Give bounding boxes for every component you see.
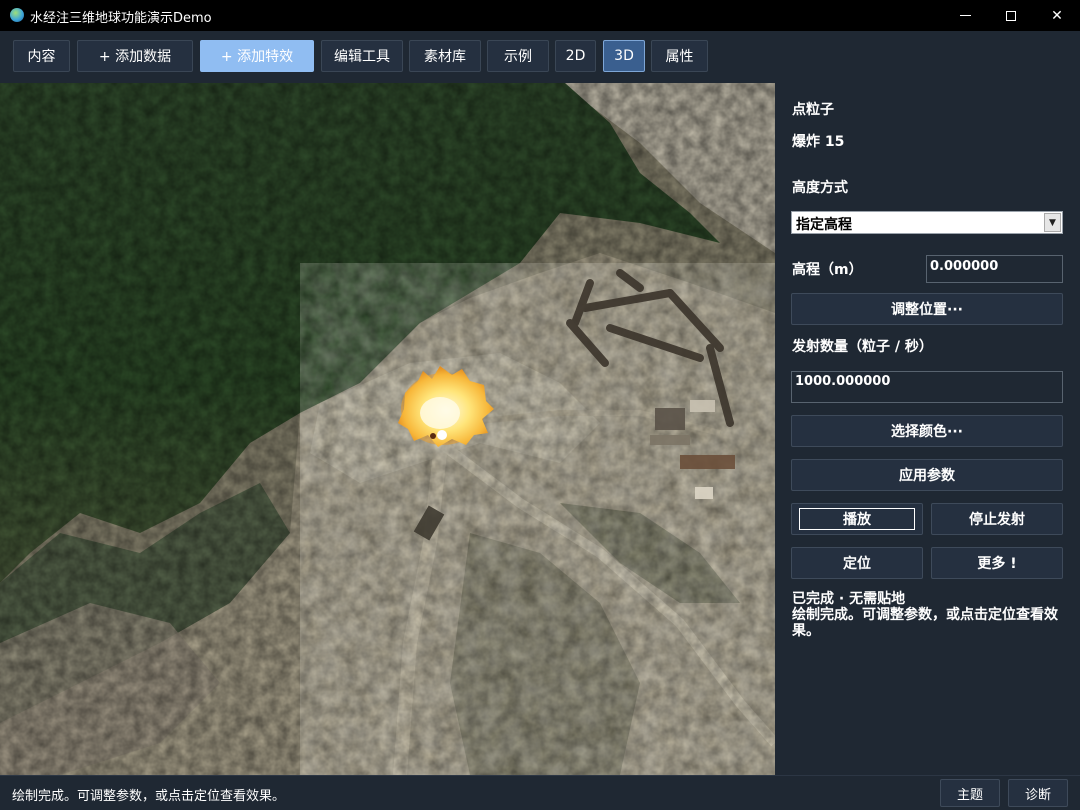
adjust-position-button[interactable]: 调整位置···: [791, 293, 1063, 325]
properties-button[interactable]: 属性: [651, 40, 708, 72]
minimize-icon: [959, 15, 971, 16]
panel-status: 已完成 · 无需贴地 绘制完成。可调整参数，或点击定位查看效果。: [792, 591, 1072, 639]
status-bar: 绘制完成。可调整参数，或点击定位查看效果。 主题 诊断: [0, 775, 1080, 810]
window-title: 水经注三维地球功能演示Demo: [30, 11, 212, 26]
select-color-button[interactable]: 选择颜色···: [791, 415, 1063, 447]
minimize-button[interactable]: [942, 0, 988, 31]
terrain-scene: [0, 83, 775, 775]
add-effect-button[interactable]: + 添加特效: [200, 40, 314, 72]
globe-icon: [10, 8, 24, 22]
emit-count-label: 发射数量（粒子 / 秒）: [792, 339, 933, 355]
theme-button[interactable]: 主题: [940, 779, 1000, 807]
edit-tools-button[interactable]: 编辑工具: [321, 40, 403, 72]
effect-type-label: 点粒子: [792, 102, 834, 118]
close-icon: ✕: [1051, 7, 1063, 24]
maximize-icon: [1006, 10, 1016, 21]
play-button-label: 播放: [799, 508, 915, 530]
locate-button[interactable]: 定位: [791, 547, 923, 579]
map-viewport[interactable]: [0, 83, 775, 775]
effect-name-label: 爆炸 15: [792, 134, 845, 150]
content-button[interactable]: 内容: [13, 40, 70, 72]
chevron-down-icon[interactable]: ▼: [1044, 213, 1061, 232]
title-bar: 水经注三维地球功能演示Demo ✕: [0, 0, 1080, 31]
elevation-label: 高程（m）: [792, 262, 863, 278]
properties-panel: 点粒子 爆炸 15 高度方式 指定高程 ▼ 高程（m） 0.000000 调整位…: [775, 83, 1080, 775]
toolbar: 内容 + 添加数据 + 添加特效 编辑工具 素材库 示例 2D 3D 属性: [0, 31, 1080, 83]
play-button[interactable]: 播放: [791, 503, 923, 535]
elevation-input[interactable]: 0.000000: [926, 255, 1063, 283]
maximize-button[interactable]: [988, 0, 1034, 31]
view-3d-button[interactable]: 3D: [603, 40, 645, 72]
stop-emit-button[interactable]: 停止发射: [931, 503, 1063, 535]
view-2d-button[interactable]: 2D: [555, 40, 596, 72]
materials-button[interactable]: 素材库: [409, 40, 481, 72]
status-message: 绘制完成。可调整参数，或点击定位查看效果。: [12, 789, 286, 804]
height-mode-value: 指定高程: [796, 217, 852, 233]
height-mode-label: 高度方式: [792, 180, 848, 196]
close-button[interactable]: ✕: [1034, 0, 1080, 31]
add-data-button[interactable]: + 添加数据: [77, 40, 193, 72]
more-button[interactable]: 更多 !: [931, 547, 1063, 579]
examples-button[interactable]: 示例: [487, 40, 549, 72]
apply-params-button[interactable]: 应用参数: [791, 459, 1063, 491]
diagnose-button[interactable]: 诊断: [1008, 779, 1068, 807]
emit-count-input[interactable]: 1000.000000: [791, 371, 1063, 403]
height-mode-select[interactable]: 指定高程 ▼: [791, 211, 1063, 234]
panel-status-line2: 绘制完成。可调整参数，或点击定位查看效果。: [792, 607, 1058, 639]
panel-status-line1: 已完成 · 无需贴地: [792, 591, 906, 607]
